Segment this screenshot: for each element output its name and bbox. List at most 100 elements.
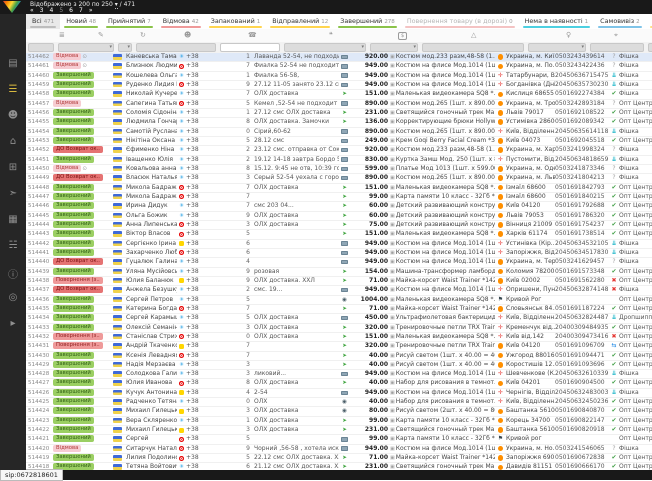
tab-6[interactable]: Завершений278 — [334, 14, 401, 29]
order-row[interactable]: 514427 Завершений Юлия Иванова +38 8 ОЛХ… — [26, 379, 652, 388]
tab-8[interactable]: Нема в наявності1 — [519, 14, 595, 29]
order-row[interactable]: 514443 Завершений Віктор Власов +38 5 ➤ … — [26, 230, 652, 239]
order-row[interactable]: 514441 Завершений Захарченко Люба +38 6 … — [26, 249, 652, 258]
page-number[interactable]: 7 — [79, 7, 83, 14]
order-row[interactable]: 514429 Завершений Надія Мерзаєва ✳ +38 3… — [26, 361, 652, 370]
order-row[interactable]: 514419 Завершений Лилия Подолинская +38 … — [26, 454, 652, 463]
client-phone: +38 — [186, 426, 210, 434]
sidebar-item-info-icon[interactable]: ⓘ — [0, 266, 26, 281]
page-number[interactable]: 4 — [50, 7, 54, 14]
order-row[interactable]: 514459 Завершений Руденко Лидия Пав.. +3… — [26, 81, 652, 90]
sidebar-item-settings-icon[interactable]: ☵ — [0, 240, 26, 251]
filter-comment[interactable]: ▾ — [284, 43, 366, 52]
order-row[interactable]: 514450 Відмова⊙ Ковальова анна ✳ +38 8 1… — [26, 165, 652, 174]
page-number[interactable]: 5 — [59, 7, 63, 14]
rows-icon[interactable]: ≣ — [59, 31, 65, 39]
tab-label: Відправлений — [272, 17, 319, 25]
tab-9[interactable]: Самовивіз2 — [594, 14, 645, 29]
order-row[interactable]: 514456 Завершений Соломія Сідоніна ✳ +38… — [26, 109, 652, 118]
order-comment — [254, 352, 339, 360]
payment-cell — [339, 286, 350, 294]
order-row[interactable]: 514449 ДО Возврат ок.. Власюк Наталья ✳ … — [26, 174, 652, 183]
filter-price[interactable]: ▾ — [370, 43, 418, 52]
order-row[interactable]: 514451 Завершений Іващенко Юлія ✳ +38 2 … — [26, 156, 652, 165]
order-row[interactable]: 514435 Завершений Катерина Богданова +38… — [26, 305, 652, 314]
tab-2[interactable]: Прийнятий7 — [102, 14, 157, 29]
sidebar-item-dispatch-icon[interactable]: ➣ — [0, 188, 26, 199]
order-row[interactable]: 514438 Повернення (з.. Юлия Баланюк +38 … — [26, 277, 652, 286]
order-row[interactable]: 514454 Завершений Самотій Руслана Во.. ✳… — [26, 128, 652, 137]
order-row[interactable]: 514461 Відмова⊙ Близнюк Людмила .. +38 7… — [26, 62, 652, 71]
clients-icon[interactable]: ☻ — [184, 31, 191, 39]
order-row[interactable]: 514453 Завершений Нікітіна Оксана Дми.. … — [26, 137, 652, 146]
page-number[interactable]: 3 — [40, 7, 44, 14]
order-row[interactable]: 514458 Завершений Николай Кучеренко ✳ +3… — [26, 90, 652, 99]
order-row[interactable]: 514430 Завершений Ксенія Левадняя +38 7 … — [26, 352, 652, 361]
order-row[interactable]: 514433 Завершений Олексій Семанін ✳ +38 … — [26, 324, 652, 333]
order-row[interactable]: 514446 Завершений Ирина Дидук ✳ +38 7 см… — [26, 202, 652, 211]
order-row[interactable]: 514439 Завершений Уляна Мусійовська ✳ +3… — [26, 268, 652, 277]
order-row[interactable]: 514448 Завершений Микола Бадражан +38 7 … — [26, 184, 652, 193]
product-icon[interactable]: △ — [471, 31, 476, 39]
order-row[interactable]: 514460 Завершений Кошелева Ольга Ар.. ✳ … — [26, 72, 652, 81]
tab-3[interactable]: Відмова42 — [157, 14, 205, 29]
order-row[interactable]: 514437 ДО Возврат ок.. Анжела Безушку ✳ … — [26, 286, 652, 295]
sidebar-item-video-icon[interactable]: ▸ — [0, 318, 26, 329]
tab-10[interactable]: Сервіси0 — [646, 14, 652, 29]
location-icon[interactable]: ♀ — [566, 31, 571, 39]
order-row[interactable]: 514457 Відмова Сапегина Татьяна С.. +38 … — [26, 100, 652, 109]
order-row[interactable]: 514420 Відмова Ситарчук Наталія Гр.. +38… — [26, 445, 652, 454]
tab-1[interactable]: Новий48 — [60, 14, 102, 29]
order-row[interactable]: 514421 Завершений Сергей +38 5 99.00 ▣Ка… — [26, 435, 652, 444]
order-row[interactable]: 514432 Повернення (з.. Станіслав Стрижак… — [26, 333, 652, 342]
order-row[interactable]: 514434 Завершений Сергей Карамышев ✳ +38… — [26, 314, 652, 323]
filter-phone[interactable] — [220, 43, 280, 52]
order-row[interactable]: 514455 Завершений Людмила Гончарова ✳ +3… — [26, 118, 652, 127]
sidebar-item-company-icon[interactable]: ⌂ — [0, 136, 26, 147]
order-row[interactable]: 514425 Завершений Радченко Тетяна ✳ +38 … — [26, 398, 652, 407]
order-row[interactable]: 514440 ДО Возврат ок.. Гуцалюк Галина ✳ … — [26, 258, 652, 267]
prev-page-icon[interactable]: « — [30, 7, 34, 14]
page-number[interactable]: 6 — [69, 7, 73, 14]
sidebar-item-clients-icon[interactable]: ☻ — [0, 110, 26, 121]
edit-icon[interactable]: ✎ — [98, 31, 104, 39]
tracking-icon[interactable]: ⌖ — [614, 31, 618, 40]
money-icon[interactable]: $ — [398, 32, 407, 40]
filter-product[interactable] — [422, 43, 524, 52]
filter-status[interactable]: ▾ — [58, 43, 114, 52]
sidebar-item-products-icon[interactable]: ⊞ — [0, 162, 26, 173]
comment-icon[interactable]: ❝ — [329, 31, 333, 39]
order-row[interactable]: 514462 Відмова⊙ Каневська Тамара .. ✳ +3… — [26, 53, 652, 62]
order-row[interactable]: 514442 Завершений Сергієнко Ірина Ми.. +… — [26, 240, 652, 249]
order-row[interactable]: 514424 Завершений Михаил Гилецький +38 3… — [26, 407, 652, 416]
sidebar-item-web-icon[interactable]: ◎ — [0, 292, 26, 303]
sidebar-item-orders-icon[interactable]: ☰ — [0, 84, 26, 95]
tab-0[interactable]: Всі471 — [26, 14, 60, 29]
order-row[interactable]: 514445 Завершений Ольга Божик ✳ +38 9 ОЛ… — [26, 212, 652, 221]
order-row[interactable]: 514431 Повернення (з.. Андрій Ткаченко +… — [26, 342, 652, 351]
filter-id[interactable] — [28, 43, 54, 52]
sidebar-item-dashboard-icon[interactable]: ▤ — [0, 58, 26, 69]
tab-5[interactable]: Відправлений12 — [266, 14, 334, 29]
filter-tracking[interactable] — [590, 43, 644, 52]
order-row[interactable]: 514422 Завершений Михаил Гилецький +38 3… — [26, 426, 652, 435]
filter-country[interactable]: ▾ — [118, 43, 132, 52]
sidebar-item-statistics-icon[interactable]: ▦ — [0, 214, 26, 225]
filter-manager[interactable] — [648, 43, 652, 52]
order-row[interactable]: 514428 Завершений Солодкова Галина В.. ✳… — [26, 370, 652, 379]
refresh-icon[interactable]: ↻ — [140, 31, 146, 39]
filter-name[interactable] — [136, 43, 216, 52]
tab-4[interactable]: Запакований1 — [205, 14, 267, 29]
order-row[interactable]: 514423 Завершений Вера Скляренко ✳ +38 1… — [26, 417, 652, 426]
filter-city[interactable]: ▾ — [528, 43, 586, 52]
page-size-dropdown[interactable]: ▾ — [115, 1, 118, 9]
order-row[interactable]: 514436 Завершений Сергей Петров ✳ +38 5 … — [26, 296, 652, 305]
tab-7[interactable]: Повернення товару (в дорозі)0 — [401, 14, 519, 29]
order-row[interactable]: 514444 Завершений Анна Липенська +38 3 О… — [26, 221, 652, 230]
next-page-icon[interactable]: » — [89, 7, 93, 14]
order-row[interactable]: 514447 Завершений Микола Бадражан +38 7 … — [26, 193, 652, 202]
phone-icon[interactable]: ☎ — [248, 31, 257, 39]
order-row[interactable]: 514452 ДО Возврат ок.. Єфименко Ніна ✳ +… — [26, 146, 652, 155]
order-row[interactable]: 514426 Завершений Кучук Антонина +38 4 2… — [26, 389, 652, 398]
order-id: 514428 — [26, 370, 53, 378]
